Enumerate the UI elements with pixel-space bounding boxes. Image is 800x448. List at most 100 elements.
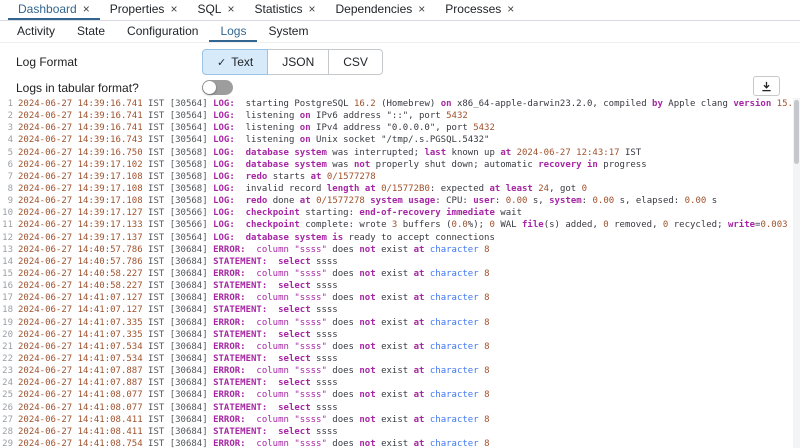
- log-timezone-pid: IST [30566]: [143, 208, 213, 218]
- log-message-segment: column "ssss": [246, 390, 327, 400]
- log-severity-label: LOG:: [213, 172, 235, 182]
- log-controls: Log Format ✓TextJSONCSV Logs in tabular …: [0, 43, 800, 104]
- scrollbar-thumb[interactable]: [794, 100, 799, 164]
- log-message-segment: recycled;: [668, 220, 728, 230]
- log-format-button-group: ✓TextJSONCSV: [202, 49, 383, 75]
- log-message-segment: not: [354, 160, 370, 170]
- subtab-system[interactable]: System: [257, 21, 319, 42]
- log-message-segment: character: [430, 390, 479, 400]
- log-message-segment: x86_64-apple-darwin23.2.0, compiled: [452, 99, 652, 109]
- line-number: 23: [0, 365, 13, 377]
- log-message-segment: Apple clang: [663, 99, 733, 109]
- log-message-segment: known up: [446, 148, 500, 158]
- log-message-segment: exist: [376, 439, 414, 448]
- log-message-segment: does: [327, 415, 360, 425]
- log-message-segment: redo: [235, 172, 268, 182]
- line-number: 18: [0, 304, 13, 316]
- subtab-logs[interactable]: Logs: [209, 21, 257, 42]
- close-icon[interactable]: ×: [83, 3, 90, 15]
- log-timestamp: 2024-06-27 14:39:17.137: [18, 233, 143, 243]
- log-message-segment: wait: [495, 208, 522, 218]
- log-severity-label: ERROR:: [213, 293, 246, 303]
- log-message-segment: 8: [484, 366, 489, 376]
- tab-dependencies[interactable]: Dependencies ×: [326, 0, 436, 20]
- log-message-segment: ssss: [311, 403, 338, 413]
- log-message-segment: does: [327, 366, 360, 376]
- log-timestamp: 2024-06-27 14:41:08.411: [18, 415, 143, 425]
- close-icon[interactable]: ×: [507, 3, 514, 15]
- log-timezone-pid: IST [30684]: [143, 439, 213, 448]
- format-button-csv[interactable]: CSV: [329, 49, 383, 75]
- log-message-segment: character: [430, 293, 479, 303]
- line-number: 12: [0, 232, 13, 244]
- log-line: 62024-06-27 14:39:17.102 IST [30568] LOG…: [0, 159, 800, 171]
- log-timestamp: 2024-06-27 14:39:17.108: [18, 196, 143, 206]
- toggle-knob: [203, 81, 216, 94]
- log-message-segment: exist: [376, 245, 414, 255]
- log-message-segment: at: [414, 269, 425, 279]
- line-number: 11: [0, 219, 13, 231]
- log-severity-label: STATEMENT:: [213, 330, 267, 340]
- log-timezone-pid: IST [30566]: [143, 220, 213, 230]
- log-timezone-pid: IST [30564]: [143, 135, 213, 145]
- log-line: 102024-06-27 14:39:17.127 IST [30566] LO…: [0, 207, 800, 219]
- tab-label: Dependencies: [336, 2, 413, 16]
- log-message-segment: complete: wrote: [300, 220, 392, 230]
- tab-properties[interactable]: Properties×: [100, 0, 188, 20]
- close-icon[interactable]: ×: [227, 3, 234, 15]
- subtab-activity[interactable]: Activity: [6, 21, 66, 42]
- line-number: 15: [0, 268, 13, 280]
- log-message-segment: not: [359, 342, 375, 352]
- subtab-configuration[interactable]: Configuration: [116, 21, 209, 42]
- log-message-segment: does: [327, 342, 360, 352]
- log-severity-label: LOG:: [213, 99, 235, 109]
- tab-label: Processes: [445, 2, 501, 16]
- log-message-segment: 0: [582, 184, 587, 194]
- line-number: 9: [0, 195, 13, 207]
- tab-dashboard[interactable]: Dashboard×: [8, 0, 100, 20]
- log-timezone-pid: IST [30564]: [143, 123, 213, 133]
- log-message-segment: column "ssss": [246, 245, 327, 255]
- log-message-segment: ssss: [311, 427, 338, 437]
- log-timestamp: 2024-06-27 14:41:07.127: [18, 305, 143, 315]
- log-timestamp: 2024-06-27 14:41:08.754: [18, 439, 143, 448]
- format-button-text[interactable]: ✓Text: [202, 49, 268, 75]
- dashboard-subtabbar: ActivityStateConfigurationLogsSystem: [0, 21, 800, 43]
- log-message-segment: at: [500, 148, 511, 158]
- tab-statistics[interactable]: Statistics×: [244, 0, 325, 20]
- tab-label: SQL: [197, 2, 221, 16]
- log-timezone-pid: IST [30568]: [143, 184, 213, 194]
- log-line: 22024-06-27 14:39:16.741 IST [30564] LOG…: [0, 110, 800, 122]
- line-number: 25: [0, 389, 13, 401]
- tab-sql[interactable]: SQL ×: [187, 0, 244, 20]
- log-line: 262024-06-27 14:41:08.077 IST [30684] ST…: [0, 402, 800, 414]
- close-icon[interactable]: ×: [309, 3, 316, 15]
- log-severity-label: ERROR:: [213, 245, 246, 255]
- tab-processes[interactable]: Processes ×: [435, 0, 524, 20]
- log-message-segment: ssss: [311, 354, 338, 364]
- tabular-format-toggle[interactable]: [202, 80, 233, 95]
- log-timestamp: 2024-06-27 14:41:07.335: [18, 330, 143, 340]
- subtab-state[interactable]: State: [66, 21, 116, 42]
- log-message-segment: properly shut down; automatic: [370, 160, 538, 170]
- close-icon[interactable]: ×: [170, 3, 177, 15]
- log-message-segment: write: [728, 220, 755, 230]
- tabular-format-label: Logs in tabular format?: [16, 81, 202, 95]
- log-line: 82024-06-27 14:39:17.108 IST [30568] LOG…: [0, 183, 800, 195]
- log-message-segment: column "ssss": [246, 439, 327, 448]
- log-severity-label: STATEMENT:: [213, 378, 267, 388]
- log-severity-label: LOG:: [213, 160, 235, 170]
- log-line: 42024-06-27 14:39:16.743 IST [30564] LOG…: [0, 134, 800, 146]
- log-viewer[interactable]: 12024-06-27 14:39:16.741 IST [30564] LOG…: [0, 98, 800, 448]
- close-icon[interactable]: ×: [418, 3, 425, 15]
- log-message-segment: ssss: [311, 378, 338, 388]
- log-severity-label: STATEMENT:: [213, 403, 267, 413]
- download-button[interactable]: [753, 76, 780, 96]
- log-timestamp: 2024-06-27 14:39:16.743: [18, 135, 143, 145]
- log-message-segment: length: [327, 184, 360, 194]
- line-number: 16: [0, 280, 13, 292]
- log-content: 12024-06-27 14:39:16.741 IST [30564] LOG…: [0, 98, 800, 448]
- vertical-scrollbar[interactable]: [793, 98, 800, 448]
- log-message-segment: starts: [267, 172, 310, 182]
- format-button-json[interactable]: JSON: [268, 49, 329, 75]
